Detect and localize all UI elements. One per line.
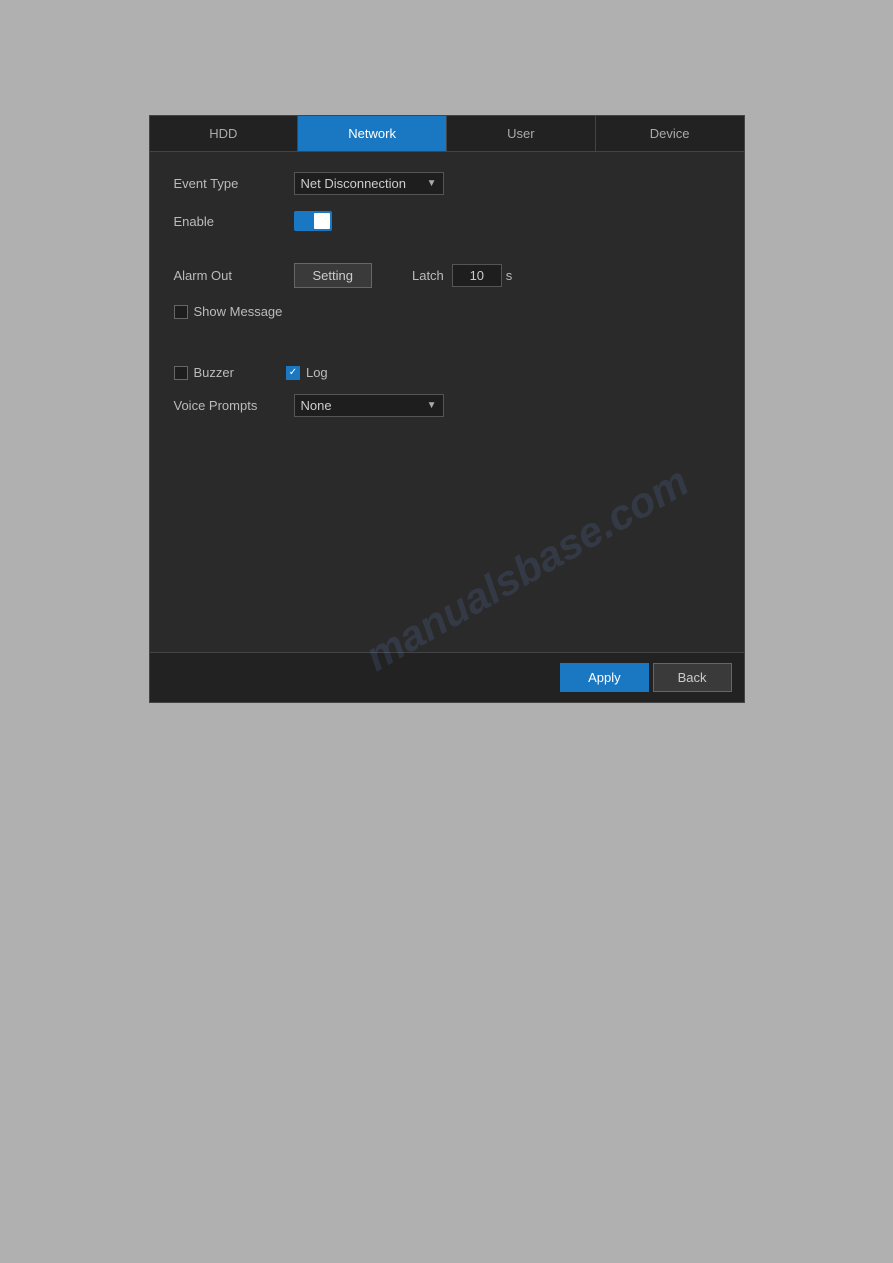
- event-type-row: Event Type Net Disconnection ▼: [174, 172, 720, 195]
- latch-label: Latch: [412, 268, 444, 283]
- log-label: Log: [306, 365, 328, 380]
- footer-bar: Apply Back: [150, 652, 744, 702]
- apply-button[interactable]: Apply: [560, 663, 649, 692]
- show-message-label: Show Message: [194, 304, 283, 319]
- alarm-out-control: Setting Latch s: [294, 263, 513, 288]
- voice-prompts-dropdown[interactable]: None ▼: [294, 394, 444, 417]
- event-type-control: Net Disconnection ▼: [294, 172, 444, 195]
- content-area: Event Type Net Disconnection ▼ Enable: [150, 152, 744, 652]
- tab-bar: HDD Network User Device: [150, 116, 744, 152]
- buzzer-checkbox[interactable]: [174, 366, 188, 380]
- buzzer-group: Buzzer: [174, 365, 234, 380]
- alarm-out-label: Alarm Out: [174, 268, 294, 283]
- log-group: Log: [286, 365, 328, 380]
- latch-unit: s: [506, 268, 513, 283]
- tab-user[interactable]: User: [447, 116, 596, 151]
- event-type-value: Net Disconnection: [301, 176, 407, 191]
- buzzer-label: Buzzer: [194, 365, 234, 380]
- show-message-row: Show Message: [174, 304, 720, 319]
- enable-row: Enable: [174, 211, 720, 231]
- latch-input[interactable]: [452, 264, 502, 287]
- enable-control: [294, 211, 332, 231]
- main-panel: HDD Network User Device Event Type Net D…: [149, 115, 745, 703]
- voice-prompts-control: None ▼: [294, 394, 444, 417]
- event-type-label: Event Type: [174, 176, 294, 191]
- tab-network[interactable]: Network: [298, 116, 447, 151]
- log-checkbox[interactable]: [286, 366, 300, 380]
- voice-prompts-value: None: [301, 398, 332, 413]
- event-type-dropdown[interactable]: Net Disconnection ▼: [294, 172, 444, 195]
- back-button[interactable]: Back: [653, 663, 732, 692]
- buzzer-log-row: Buzzer Log: [174, 365, 720, 380]
- enable-toggle[interactable]: [294, 211, 332, 231]
- show-message-group: Show Message: [174, 304, 283, 319]
- tab-hdd[interactable]: HDD: [150, 116, 299, 151]
- setting-button[interactable]: Setting: [294, 263, 372, 288]
- show-message-checkbox[interactable]: [174, 305, 188, 319]
- voice-prompts-label: Voice Prompts: [174, 398, 294, 413]
- enable-label: Enable: [174, 214, 294, 229]
- toggle-knob: [314, 213, 330, 229]
- voice-prompts-row: Voice Prompts None ▼: [174, 394, 720, 417]
- alarm-out-row: Alarm Out Setting Latch s: [174, 263, 720, 288]
- tab-device[interactable]: Device: [596, 116, 744, 151]
- dropdown-arrow-icon: ▼: [427, 178, 437, 189]
- voice-prompts-arrow-icon: ▼: [427, 400, 437, 411]
